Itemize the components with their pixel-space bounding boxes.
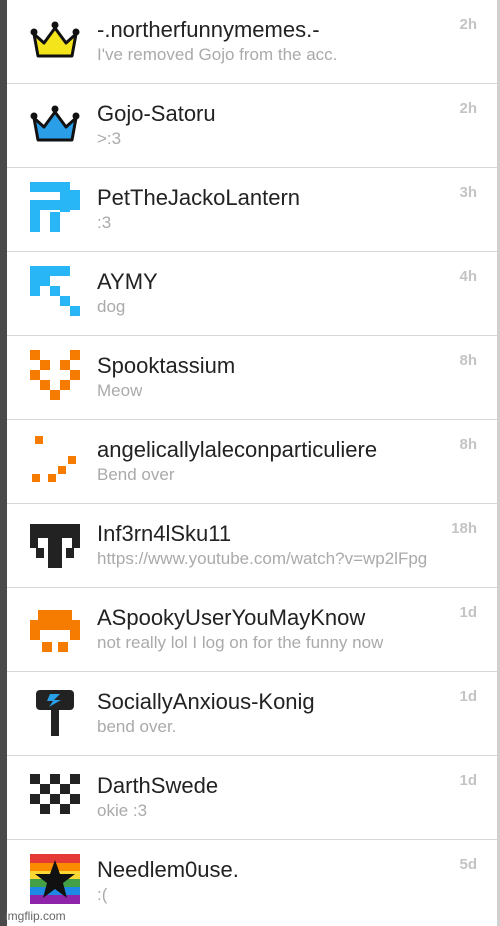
conversation-time: 4h (459, 268, 477, 285)
conversation-name: Gojo-Satoru (97, 101, 216, 126)
conversation-time: 8h (459, 352, 477, 369)
pixel-avatar-icon (30, 770, 80, 820)
conversation-preview: not really lol I log on for the funny no… (97, 633, 384, 652)
conversation-name: DarthSwede (97, 773, 219, 798)
conversation-list: -.northerfunnymemes.- I've removed Gojo … (7, 0, 497, 924)
conversation-preview: I've removed Gojo from the acc. (97, 45, 338, 64)
conversation-preview: :( (97, 885, 108, 904)
conversation-row[interactable]: Gojo-Satoru >:3 2h (7, 84, 497, 168)
conversation-preview: https://www.youtube.com/watch?v=wp2lFpg (97, 549, 428, 568)
conversation-preview: dog (97, 297, 126, 316)
conversation-preview: okie :3 (97, 801, 148, 820)
left-border (0, 0, 7, 926)
watermark: imgflip.com (5, 909, 66, 923)
rainbow-star-icon (30, 854, 80, 904)
conversation-row[interactable]: SociallyAnxious-Konig bend over. 1d (7, 672, 497, 756)
hammer-icon (30, 686, 80, 736)
conversation-row[interactable]: ASpookyUserYouMayKnow not really lol I l… (7, 588, 497, 672)
conversation-preview: Meow (97, 381, 143, 400)
pixel-avatar-icon (30, 602, 80, 652)
conversation-preview: >:3 (97, 129, 122, 148)
conversation-name: ASpookyUserYouMayKnow (97, 605, 366, 630)
conversation-name: SociallyAnxious-Konig (97, 689, 315, 714)
conversation-time: 1d (459, 772, 477, 789)
conversation-preview: Bend over (97, 465, 175, 484)
conversation-row[interactable]: Needlem0use. :( 5d (7, 840, 497, 924)
conversation-row[interactable]: angelicallylaleconparticuliere Bend over… (7, 420, 497, 504)
conversation-name: Spooktassium (97, 353, 236, 378)
conversation-row[interactable]: -.northerfunnymemes.- I've removed Gojo … (7, 0, 497, 84)
conversation-row[interactable]: PetTheJackoLantern :3 3h (7, 168, 497, 252)
pixel-avatar-icon (30, 434, 80, 484)
conversation-time: 3h (459, 184, 477, 201)
conversation-preview: bend over. (97, 717, 177, 736)
conversation-row[interactable]: Spooktassium Meow 8h (7, 336, 497, 420)
pixel-avatar-icon (30, 350, 80, 400)
conversation-name: Needlem0use. (97, 857, 239, 882)
conversation-name: angelicallylaleconparticuliere (97, 437, 378, 462)
conversation-time: 8h (459, 436, 477, 453)
conversation-time: 5d (459, 856, 477, 873)
conversation-time: 2h (459, 100, 477, 117)
conversation-preview: :3 (97, 213, 112, 232)
conversation-name: PetTheJackoLantern (97, 185, 301, 210)
pixel-avatar-icon (30, 518, 80, 568)
conversation-name: AYMY (97, 269, 158, 294)
conversation-row[interactable]: AYMY dog 4h (7, 252, 497, 336)
crown-yellow-icon (30, 14, 80, 64)
conversation-time: 2h (459, 16, 477, 33)
conversation-row[interactable]: DarthSwede okie :3 1d (7, 756, 497, 840)
conversation-time: 1d (459, 688, 477, 705)
conversation-time: 1d (459, 604, 477, 621)
conversation-name: Inf3rn4lSku11 (97, 521, 232, 546)
conversation-name: -.northerfunnymemes.- (97, 17, 320, 42)
crown-blue-icon (30, 98, 80, 148)
pixel-avatar-icon (30, 182, 80, 232)
conversation-row[interactable]: Inf3rn4lSku11 https://www.youtube.com/wa… (7, 504, 497, 588)
pixel-avatar-icon (30, 266, 80, 316)
conversation-time: 18h (451, 520, 477, 537)
